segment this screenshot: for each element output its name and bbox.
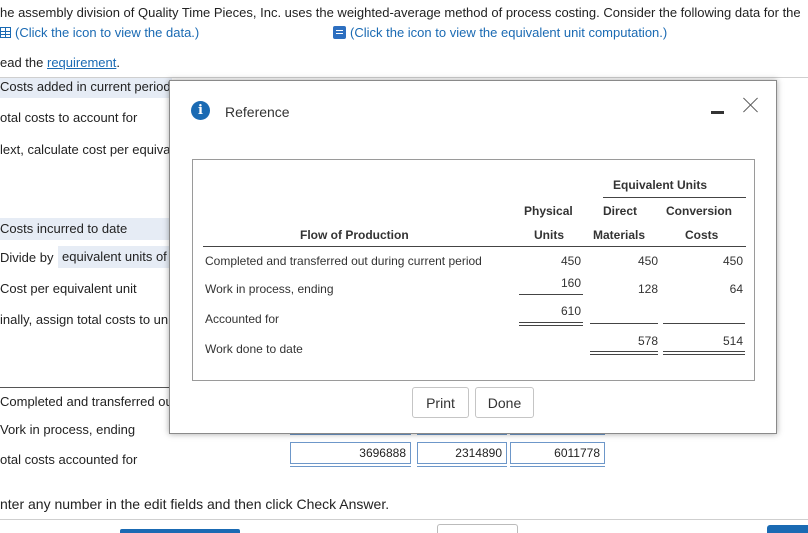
grand-total-cell: 6011778 <box>510 442 605 467</box>
row-wip-physical: 160 <box>560 276 581 290</box>
clear-all-button[interactable] <box>437 524 518 533</box>
row-accounted-physical: 610 <box>560 304 581 318</box>
requirement-line: ead the requirement. <box>0 55 120 70</box>
row-completed-physical: 450 <box>560 254 581 268</box>
col-direct-line1: Direct <box>603 204 638 218</box>
row-workdone-conversion: 514 <box>722 334 743 348</box>
row-label-accounted: Accounted for <box>205 312 280 326</box>
cost-per-eu-label: Cost per equivalent unit <box>0 281 137 296</box>
col-conversion-line2: Costs <box>685 228 719 242</box>
equiv-units-of-label: equivalent units of <box>58 246 172 268</box>
row-wip-conversion: 64 <box>729 282 743 296</box>
data-link[interactable]: (Click the icon to view the data.) <box>0 25 199 40</box>
col-conversion-line1: Conversion <box>666 204 733 218</box>
data-link-label[interactable]: (Click the icon to view the data.) <box>15 25 199 40</box>
finally-assign-label: inally, assign total costs to un <box>0 312 169 327</box>
minimize-icon[interactable] <box>711 111 724 114</box>
col-physical-line2: Units <box>534 228 564 242</box>
completed-label: Completed and transferred out <box>0 394 177 409</box>
row-label-completed: Completed and transferred out during cur… <box>205 254 482 268</box>
reference-table-panel: Equivalent Units Physical Units Direct M… <box>192 159 755 381</box>
flow-of-production-header: Flow of Production <box>300 228 409 242</box>
divide-by-label: Divide by <box>0 250 54 265</box>
row-completed-conversion: 450 <box>722 254 743 268</box>
document-icon[interactable] <box>333 26 346 39</box>
col-physical-line1: Physical <box>524 204 573 218</box>
row-label-wip: Work in process, ending <box>205 282 334 296</box>
row-workdone-direct: 578 <box>637 334 658 348</box>
col-direct-line2: Materials <box>593 228 646 242</box>
total-conversion-cell: 2314890 <box>417 442 507 467</box>
requirement-link[interactable]: requirement <box>47 55 116 70</box>
done-button[interactable]: Done <box>475 387 534 418</box>
reference-dialog: i Reference Equivalent Units Physical Un… <box>169 80 777 434</box>
dialog-title: Reference <box>225 104 290 120</box>
close-icon[interactable] <box>741 95 761 115</box>
row-wip-direct: 128 <box>637 282 658 296</box>
equivalent-units-header: Equivalent Units <box>613 178 708 192</box>
row-label-work-done: Work done to date <box>205 342 303 356</box>
problem-intro-text: he assembly division of Quality Time Pie… <box>0 5 801 20</box>
table-icon[interactable] <box>0 27 11 38</box>
next-calc-label: lext, calculate cost per equiva <box>0 142 171 157</box>
check-answer-button[interactable] <box>767 525 808 533</box>
instruction-text: nter any number in the edit fields and t… <box>0 496 390 512</box>
total-accounted-label: otal costs accounted for <box>0 452 138 467</box>
total-direct-materials-cell: 3696888 <box>290 442 411 467</box>
help-me-solve-button[interactable] <box>120 529 240 533</box>
row-completed-direct: 450 <box>637 254 658 268</box>
total-costs-label: otal costs to account for <box>0 110 138 125</box>
equiv-link-label[interactable]: (Click the icon to view the equivalent u… <box>350 25 667 40</box>
info-icon: i <box>191 101 210 120</box>
costs-added-label: Costs added in current period <box>0 78 172 98</box>
costs-incurred-label: Costs incurred to date <box>0 218 172 240</box>
equiv-unit-link[interactable]: (Click the icon to view the equivalent u… <box>333 25 667 40</box>
print-button[interactable]: Print <box>412 387 469 418</box>
wip-ending-label: Vork in process, ending <box>0 422 136 437</box>
